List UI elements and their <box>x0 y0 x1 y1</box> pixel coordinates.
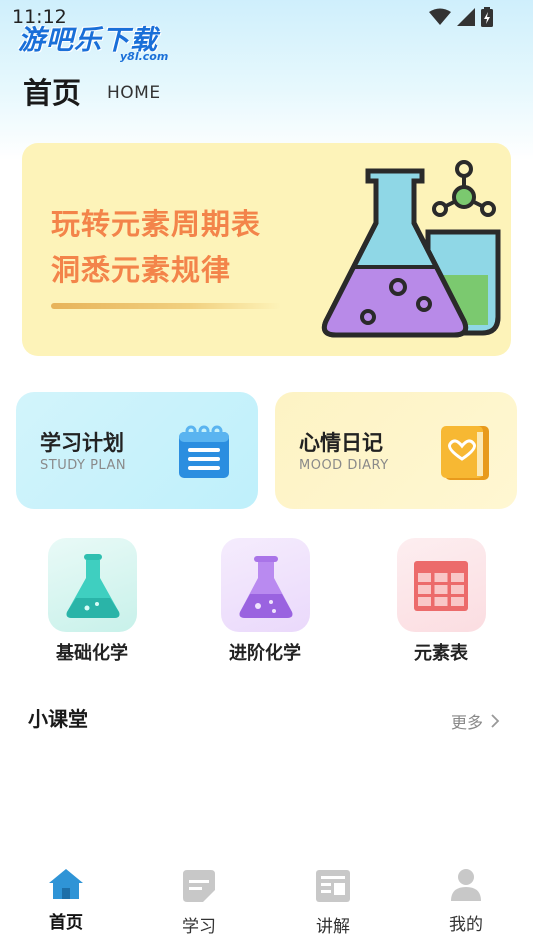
mood-diary-subtitle: MOOD DIARY <box>299 458 389 473</box>
banner-underline <box>51 303 281 309</box>
advanced-chemistry-tile <box>220 538 310 632</box>
tab-explain[interactable]: 讲解 <box>293 868 373 937</box>
section-title: 小课堂 <box>28 707 88 731</box>
banner-headline-2: 洞悉元素规律 <box>51 253 232 287</box>
banner-headline-1: 玩转元素周期表 <box>51 207 262 241</box>
watermark-domain: y8l.com <box>120 50 169 63</box>
tab-label: 学习 <box>182 917 216 937</box>
flask-icon <box>66 554 119 618</box>
home-icon <box>49 869 83 899</box>
signal-icon <box>457 8 475 26</box>
page-subtitle: HOME <box>107 83 161 103</box>
basic-chemistry-tile <box>47 538 137 632</box>
study-plan-card[interactable]: 学习计划 STUDY PLAN <box>16 392 258 509</box>
mood-diary-title: 心情日记 <box>299 431 383 455</box>
chevron-right-icon <box>491 714 500 728</box>
flask-icon <box>239 556 292 618</box>
article-icon <box>316 870 350 902</box>
tab-label: 首页 <box>49 913 83 933</box>
battery-icon <box>481 7 493 27</box>
more-label: 更多 <box>451 713 484 732</box>
category-label: 进阶化学 <box>229 643 301 664</box>
more-link[interactable]: 更多 <box>451 709 500 733</box>
tab-label: 我的 <box>449 915 483 935</box>
tab-study[interactable]: 学习 <box>159 868 239 937</box>
tab-mine[interactable]: 我的 <box>426 868 506 935</box>
mood-diary-card[interactable]: 心情日记 MOOD DIARY <box>275 392 517 509</box>
study-plan-title: 学习计划 <box>40 431 124 455</box>
notes-icon <box>183 870 215 902</box>
bottom-tab-bar: 首页 学习 讲解 我的 <box>0 862 533 948</box>
wifi-icon <box>429 8 451 25</box>
category-basic-chemistry[interactable]: 基础化学 <box>42 538 142 665</box>
category-periodic-table[interactable]: 元素表 <box>391 538 491 665</box>
category-advanced-chemistry[interactable]: 进阶化学 <box>215 538 315 665</box>
notepad-icon <box>179 425 229 478</box>
chemistry-flask-illustration <box>321 160 501 338</box>
heart-book-icon <box>441 426 489 480</box>
page-title: 首页 <box>23 76 82 110</box>
tab-label: 讲解 <box>316 917 350 937</box>
user-icon <box>451 869 481 901</box>
hero-banner[interactable]: 玩转元素周期表 洞悉元素规律 <box>22 143 511 356</box>
periodic-table-tile <box>396 538 486 632</box>
category-label: 元素表 <box>414 643 468 664</box>
table-grid-icon <box>413 561 468 611</box>
tab-home[interactable]: 首页 <box>26 868 106 933</box>
study-plan-subtitle: STUDY PLAN <box>40 458 127 473</box>
category-label: 基础化学 <box>56 643 128 664</box>
